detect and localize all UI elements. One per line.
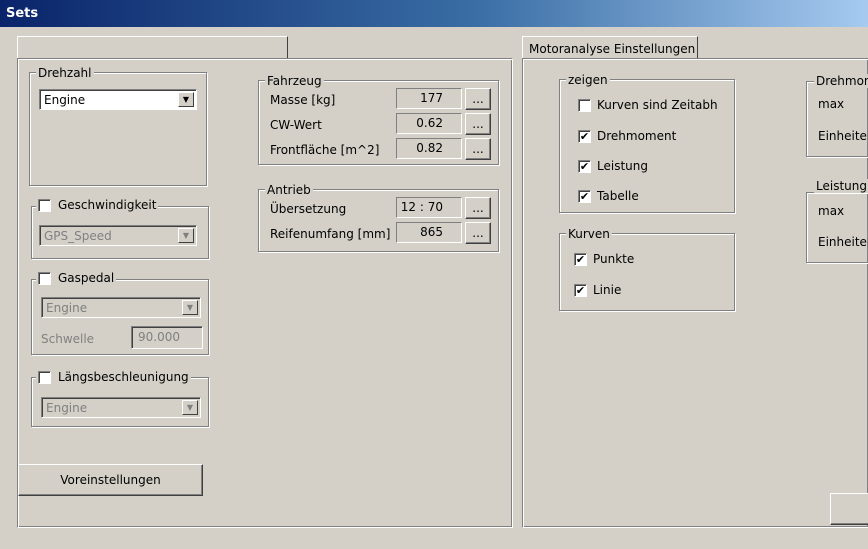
zeigen-tabelle[interactable]: ✔ Tabelle <box>578 189 639 203</box>
leistung-max-label: max <box>818 204 845 218</box>
gaspedal-label: Gaspedal <box>58 271 115 285</box>
punkte-checkbox[interactable]: ✔ <box>574 252 587 266</box>
schwelle-value: 90.000 <box>138 330 180 344</box>
uebersetzung-browse-button[interactable]: ... <box>465 197 491 219</box>
left-tab[interactable] <box>17 36 288 59</box>
chevron-down-icon[interactable]: ▼ <box>182 400 198 415</box>
dots-label: ... <box>472 92 484 106</box>
geschwindigkeit-label: Geschwindigkeit <box>58 198 157 212</box>
tab-motoranalyse-label: Motoranalyse Einstellungen <box>529 42 696 56</box>
cw-wert-browse-button[interactable]: ... <box>465 113 491 135</box>
drehmoment-legend: Drehmom <box>814 74 868 88</box>
frontflaeche-browse-button[interactable]: ... <box>465 138 491 160</box>
zeigen-legend: zeigen <box>566 73 610 87</box>
frontflaeche-value: 0.82 <box>416 141 443 155</box>
antrieb-legend: Antrieb <box>265 183 313 197</box>
kurven-zeitabh-label: Kurven sind Zeitabh <box>597 98 718 112</box>
masse-value: 177 <box>420 91 443 105</box>
laengs-select[interactable]: Engine ▼ <box>41 397 201 418</box>
cw-wert-value: 0.62 <box>416 116 443 130</box>
uebersetzung-label: Übersetzung <box>270 202 347 216</box>
clipped-button[interactable] <box>830 493 868 525</box>
gaspedal-select-value: Engine <box>46 301 88 315</box>
tab-motoranalyse[interactable]: Motoranalyse Einstellungen <box>522 36 698 59</box>
geschwindigkeit-checkbox[interactable] <box>38 198 51 212</box>
reifenumfang-value: 865 <box>420 225 443 239</box>
cw-wert-value-box: 0.62 <box>396 113 462 134</box>
kurven-linie[interactable]: ✔ Linie <box>574 283 621 297</box>
frontflaeche-label: Frontfläche [m^2] <box>270 143 380 157</box>
drehzahl-select-value: Engine <box>44 93 86 107</box>
schwelle-input[interactable]: 90.000 <box>131 326 203 349</box>
drehmoment-checkbox[interactable]: ✔ <box>578 129 591 143</box>
zeigen-leistung[interactable]: ✔ Leistung <box>578 159 648 173</box>
masse-browse-button[interactable]: ... <box>465 88 491 110</box>
drehzahl-legend: Drehzahl <box>36 66 94 80</box>
zeigen-kurven-zeitabh[interactable]: Kurven sind Zeitabh <box>578 98 718 112</box>
reifenumfang-label: Reifenumfang [mm] <box>270 227 391 241</box>
schwelle-label: Schwelle <box>41 332 95 346</box>
frontflaeche-value-box: 0.82 <box>396 138 462 159</box>
drehmoment-label: Drehmoment <box>597 129 677 143</box>
leistung-legend: Leistung <box>814 179 868 193</box>
tabelle-label: Tabelle <box>597 189 639 203</box>
geschwindigkeit-toggle[interactable]: Geschwindigkeit <box>36 198 159 212</box>
dots-label: ... <box>472 201 484 215</box>
kurven-zeitabh-checkbox[interactable] <box>578 98 591 112</box>
window-title-bar: Sets <box>0 0 868 27</box>
laengs-label: Längsbeschleunigung <box>58 370 189 384</box>
linie-label: Linie <box>593 283 622 297</box>
chevron-down-icon[interactable]: ▼ <box>178 92 194 107</box>
zeigen-drehmoment[interactable]: ✔ Drehmoment <box>578 129 676 143</box>
dots-label: ... <box>472 142 484 156</box>
geschwindigkeit-select[interactable]: GPS_Speed ▼ <box>39 225 197 246</box>
window-title: Sets <box>6 6 39 21</box>
gaspedal-select[interactable]: Engine ▼ <box>41 297 201 318</box>
antrieb-group <box>258 189 499 252</box>
masse-value-box: 177 <box>396 88 462 109</box>
uebersetzung-value: 12 : 70 <box>400 200 443 214</box>
tabelle-checkbox[interactable]: ✔ <box>578 189 591 203</box>
drehmoment-einheiten-label: Einheiten <box>818 129 868 143</box>
laengs-checkbox[interactable] <box>38 370 51 384</box>
geschwindigkeit-select-value: GPS_Speed <box>44 229 112 243</box>
leistung-label: Leistung <box>597 159 648 173</box>
cw-wert-label: CW-Wert <box>270 118 322 132</box>
chevron-down-icon[interactable]: ▼ <box>182 300 198 315</box>
kurven-legend: Kurven <box>566 227 612 241</box>
reifenumfang-browse-button[interactable]: ... <box>465 222 491 244</box>
linie-checkbox[interactable]: ✔ <box>574 283 587 297</box>
punkte-label: Punkte <box>593 252 635 266</box>
gaspedal-checkbox[interactable] <box>38 271 51 285</box>
kurven-group <box>559 233 735 311</box>
dots-label: ... <box>472 117 484 131</box>
leistung-checkbox[interactable]: ✔ <box>578 159 591 173</box>
fahrzeug-legend: Fahrzeug <box>265 74 324 88</box>
voreinstellungen-button[interactable]: Voreinstellungen <box>18 464 203 496</box>
laengs-toggle[interactable]: Längsbeschleunigung <box>36 370 191 384</box>
leistung-group <box>806 192 868 263</box>
gaspedal-toggle[interactable]: Gaspedal <box>36 271 117 285</box>
masse-label: Masse [kg] <box>270 93 336 107</box>
uebersetzung-value-box: 12 : 70 <box>396 197 462 218</box>
dots-label: ... <box>472 226 484 240</box>
reifenumfang-value-box: 865 <box>396 222 462 243</box>
drehmoment-max-label: max <box>818 97 845 111</box>
drehmoment-group <box>806 81 868 157</box>
leistung-einheiten-label: Einheiten <box>818 235 868 249</box>
drehzahl-select[interactable]: Engine ▼ <box>39 89 197 110</box>
kurven-punkte[interactable]: ✔ Punkte <box>574 252 634 266</box>
voreinstellungen-label: Voreinstellungen <box>60 473 161 487</box>
laengs-select-value: Engine <box>46 401 88 415</box>
chevron-down-icon[interactable]: ▼ <box>178 228 194 243</box>
